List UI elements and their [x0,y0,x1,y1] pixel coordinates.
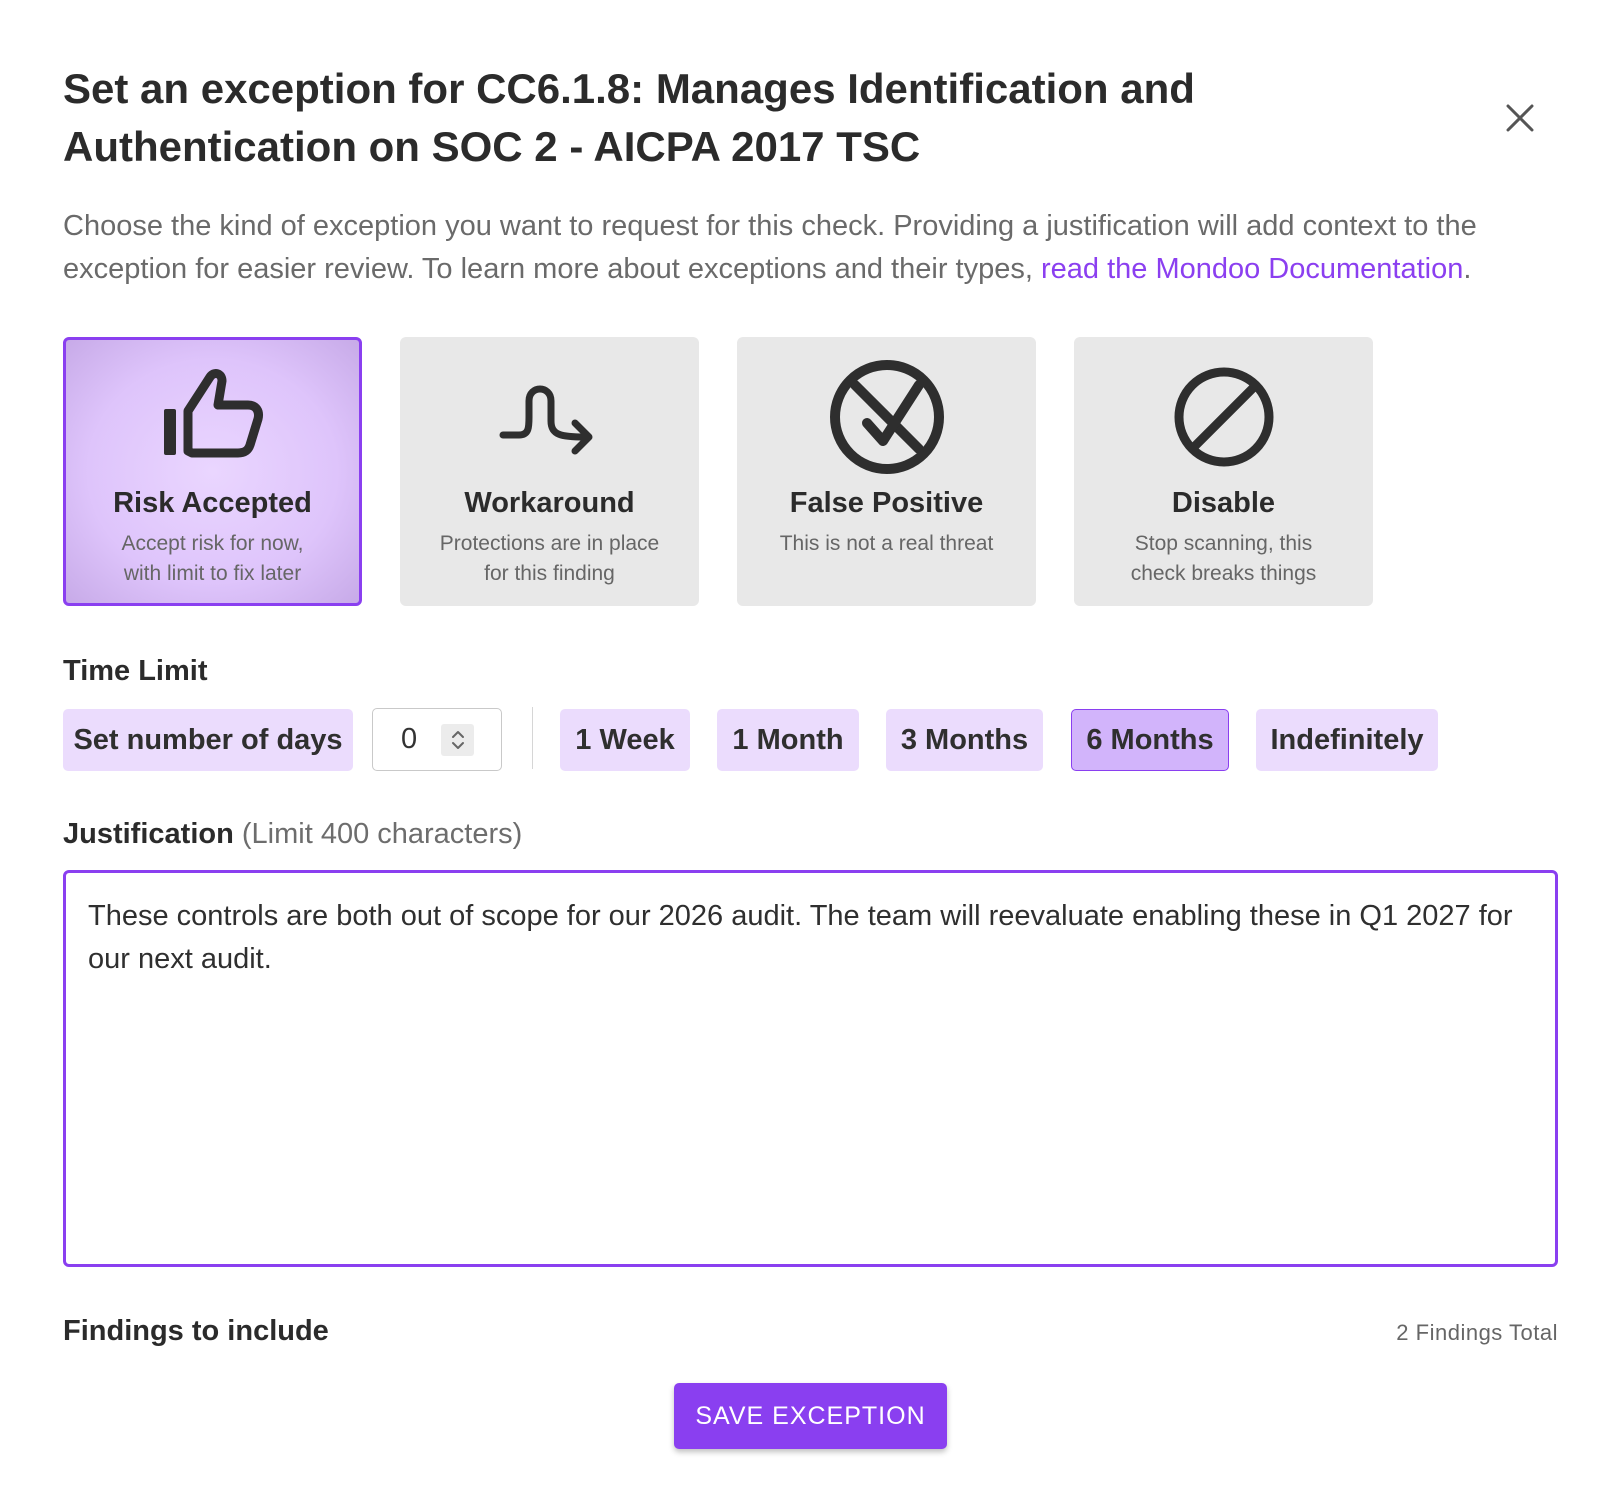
workaround-arrow-icon [499,385,592,455]
findings-label: Findings to include [63,1315,329,1347]
justification-text: These controls are both out of scope for… [88,900,1513,975]
type-card-description: This is not a real threat [779,532,994,555]
circle-x-check-icon [829,360,944,474]
justification-limit-note: (Limit 400 characters) [241,818,523,850]
type-card-title: False Positive [789,487,984,519]
description-end: . [1463,253,1472,285]
stepper-arrows-icon [451,731,464,749]
type-card-workaround[interactable]: Workaround Protections are in place for … [400,337,699,606]
dialog-description: Choose the kind of exception you want to… [63,205,1563,291]
type-card-title: Disable [1171,487,1276,519]
close-button[interactable] [1498,96,1542,140]
justification-title: Justification [63,818,234,850]
disable-slash-icon [1174,367,1273,467]
time-limit-divider [532,707,533,769]
time-option-6-months[interactable]: 6 Months [1071,709,1229,771]
type-card-disable[interactable]: Disable Stop scanning, this check breaks… [1074,337,1373,606]
time-option-1-month[interactable]: 1 Month [717,709,859,771]
exception-dialog: Set an exception for CC6.1.8: Manages Id… [0,0,1616,1506]
close-icon [1506,104,1534,132]
time-option-1-week[interactable]: 1 Week [560,709,690,771]
days-value: 0 [401,723,418,755]
type-card-description: Protections are in place for this findin… [439,532,660,585]
documentation-link[interactable]: read the Mondoo Documentation [1041,253,1463,285]
type-card-title: Risk Accepted [113,487,312,519]
time-option-indefinitely[interactable]: Indefinitely [1256,709,1438,771]
set-number-of-days-button[interactable]: Set number of days [63,709,353,771]
dialog-title: Set an exception for CC6.1.8: Manages Id… [63,65,1195,170]
type-card-description: Accept risk for now, with limit to fix l… [121,532,304,585]
days-stepper[interactable] [441,724,474,756]
justification-label: Justification (Limit 400 characters) [63,818,522,851]
type-card-description: Stop scanning, this check breaks things [1130,532,1317,585]
days-number-input[interactable]: 0 [372,708,502,771]
findings-total: 2 Findings Total [1396,1320,1558,1345]
type-card-risk-accepted[interactable]: Risk Accepted Accept risk for now, with … [63,337,362,606]
time-limit-label: Time Limit [63,655,208,687]
type-card-false-positive[interactable]: False Positive This is not a real threat [737,337,1036,606]
time-option-3-months[interactable]: 3 Months [886,709,1043,771]
type-card-title: Workaround [464,487,635,519]
save-exception-button[interactable]: SAVE EXCEPTION [674,1383,947,1449]
thumbs-up-icon [163,369,263,458]
justification-textarea[interactable]: These controls are both out of scope for… [63,870,1558,1267]
